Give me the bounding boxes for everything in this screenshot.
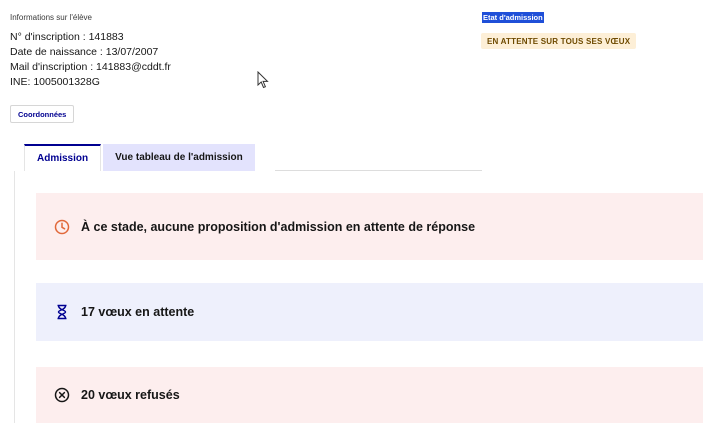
ine-number: INE: 1005001328G: [10, 76, 100, 88]
tab-admission-table[interactable]: Vue tableau de l'admission: [103, 144, 255, 171]
pending-proposal-card: À ce stade, aucune proposition d'admissi…: [36, 193, 703, 260]
admission-status-badge: EN ATTENTE SUR TOUS SES VŒUX: [481, 33, 637, 49]
mouse-cursor-icon: [257, 71, 269, 89]
cross-circle-icon: [54, 387, 70, 403]
admission-tabs: Admission Vue tableau de l'admission: [24, 144, 255, 171]
inscription-number: N° d'inscription : 141883: [10, 31, 124, 43]
clock-icon: [54, 219, 70, 235]
birthdate: Date de naissance : 13/07/2007: [10, 46, 159, 58]
registration-email: Mail d'inscription : 141883@cddt.fr: [10, 61, 171, 73]
card-text: 20 vœux refusés: [81, 388, 180, 402]
hourglass-icon: [54, 304, 70, 320]
card-text: 17 vœux en attente: [81, 305, 195, 319]
refused-wishes-card: 20 vœux refusés: [36, 367, 703, 423]
card-text: À ce stade, aucune proposition d'admissi…: [81, 219, 476, 234]
student-info-title: Informations sur l'élève: [10, 13, 93, 22]
coordinates-button[interactable]: Coordonnées: [10, 105, 75, 123]
panel-border: [14, 171, 15, 423]
tab-admission[interactable]: Admission: [24, 144, 102, 171]
admission-state-label: Etat d'admission: [482, 12, 544, 23]
waiting-wishes-card: 17 vœux en attente: [36, 283, 703, 341]
tab-divider: [275, 170, 482, 171]
